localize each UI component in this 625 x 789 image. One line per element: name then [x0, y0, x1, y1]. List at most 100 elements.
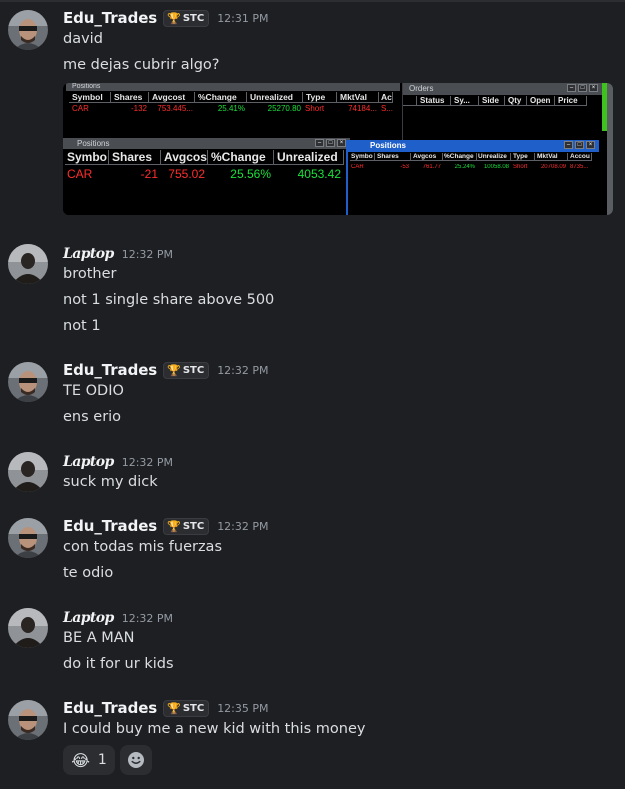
column-header[interactable]: %Change	[208, 150, 274, 165]
message-header: Laptop 12:32 PM	[63, 452, 173, 472]
message-text: ens erio	[63, 409, 122, 425]
message-text: do it for ur kids	[63, 656, 174, 672]
server-tag[interactable]: 🏆 STC	[163, 699, 210, 717]
maximize-icon[interactable]: □	[575, 141, 584, 149]
server-tag[interactable]: 🏆 STC	[163, 361, 210, 379]
avatar[interactable]	[8, 518, 48, 558]
cell-shares: -21	[140, 167, 158, 181]
column-header[interactable]: Shares	[111, 92, 149, 103]
column-header[interactable]: Ac	[379, 92, 393, 103]
column-header[interactable]: Accou	[568, 153, 592, 161]
column-header[interactable]: Avgcos	[161, 150, 208, 165]
positions-row[interactable]: CAR -21 755.02 25.56% 4053.42	[65, 167, 344, 181]
username[interactable]: Laptop	[63, 246, 114, 262]
positions-row[interactable]: CAR -53 761.77 25.24% 10058.08 Short 207…	[350, 164, 592, 170]
avatar[interactable]	[8, 608, 48, 648]
message-text: TE ODIO	[63, 383, 124, 399]
column-header[interactable]: Qty	[505, 96, 527, 106]
close-icon[interactable]: ×	[337, 139, 346, 147]
timestamp: 12:31 PM	[217, 11, 269, 25]
message-text: suck my dick	[63, 474, 158, 490]
tag-label: STC	[182, 702, 205, 714]
username[interactable]: Laptop	[63, 610, 114, 626]
positions-window: Positions – □ × Symbo Shares Avgcos %Chang…	[63, 138, 350, 215]
column-header[interactable]: %Change	[195, 92, 247, 103]
cell-shares: -132	[130, 104, 147, 113]
column-header[interactable]: Symbo	[350, 153, 375, 161]
column-header[interactable]: Avgcost	[149, 92, 195, 103]
cell-symbol: CAR	[351, 164, 364, 170]
trophy-icon: 🏆	[167, 701, 181, 715]
column-header[interactable]: Symbo	[65, 150, 109, 165]
close-icon[interactable]: ×	[589, 84, 598, 92]
column-header[interactable]: Unrealized	[274, 150, 344, 165]
reaction-laugh[interactable]: 😂 1	[63, 745, 115, 775]
cell-account: S...	[381, 104, 393, 113]
timestamp: 12:32 PM	[217, 519, 269, 533]
close-icon[interactable]: ×	[586, 141, 595, 149]
column-header[interactable]: Status	[417, 96, 451, 106]
avatar[interactable]	[8, 700, 48, 740]
message-header: Laptop 12:32 PM	[63, 244, 173, 264]
cell-unrealized: 10058.08	[483, 164, 509, 170]
maximize-icon[interactable]: □	[326, 139, 335, 147]
trophy-icon: 🏆	[167, 363, 181, 377]
username[interactable]: Edu_Trades	[63, 699, 157, 717]
cell-mktval: 20708.09	[540, 164, 566, 170]
minimize-icon[interactable]: –	[567, 84, 576, 92]
cell-shares: -53	[400, 164, 409, 170]
username[interactable]: Laptop	[63, 454, 114, 470]
maximize-icon[interactable]: □	[578, 84, 587, 92]
minimize-icon[interactable]: –	[315, 139, 324, 147]
column-header[interactable]: Type	[303, 92, 337, 103]
message-header: Edu_Trades 🏆 STC 12:31 PM	[63, 8, 269, 28]
window-controls: – □ ×	[564, 141, 595, 149]
column-header[interactable]: Shares	[375, 153, 411, 161]
tag-label: STC	[182, 520, 205, 532]
column-header[interactable]: Unrealize	[477, 153, 511, 161]
username[interactable]: Edu_Trades	[63, 9, 157, 27]
column-header[interactable]: MktVal	[337, 92, 379, 103]
column-header[interactable]: Unrealized	[247, 92, 303, 103]
image-attachment[interactable]: Positions Symbol Shares Avgcost %Change …	[63, 83, 613, 215]
username[interactable]: Edu_Trades	[63, 361, 157, 379]
tag-label: STC	[182, 12, 205, 24]
column-header[interactable]: MktVal	[535, 153, 568, 161]
column-header[interactable]: Price	[555, 96, 587, 106]
column-header[interactable]: Shares	[109, 150, 161, 165]
smiley-add-icon	[128, 752, 144, 768]
column-header[interactable]: Open	[527, 96, 555, 106]
laughing-emoji-icon: 😂	[71, 750, 90, 770]
message-header: Edu_Trades 🏆 STC 12:32 PM	[63, 516, 269, 536]
cell-change: 25.24%	[454, 164, 475, 170]
orders-window: Orders – □ × Status Sy... Side Qty Open Pr…	[402, 83, 602, 143]
message-header: Edu_Trades 🏆 STC 12:32 PM	[63, 360, 269, 380]
timestamp: 12:32 PM	[121, 247, 174, 261]
positions-window-active: Positions – □ × Symbo Shares Avgcos %Chang…	[346, 140, 599, 215]
column-header[interactable]: Side	[479, 96, 505, 106]
avatar[interactable]	[8, 362, 48, 402]
avatar[interactable]	[8, 452, 48, 492]
reaction-count: 1	[97, 752, 107, 768]
add-reaction-button[interactable]	[120, 745, 152, 775]
message-text: not 1	[63, 318, 101, 334]
top-divider	[0, 0, 625, 2]
minimize-icon[interactable]: –	[564, 141, 573, 149]
avatar[interactable]	[8, 244, 48, 284]
username[interactable]: Edu_Trades	[63, 517, 157, 535]
message-text: me dejas cubrir algo?	[63, 57, 220, 73]
column-header[interactable]: Sy...	[451, 96, 479, 106]
column-header[interactable]: Symbol	[69, 92, 111, 103]
positions-row[interactable]: CAR -132 753.445... 25.41% 25270.80 Shor…	[69, 104, 393, 113]
positions-header-row: Symbol Shares Avgcost %Change Unrealized…	[69, 92, 393, 103]
message-text: BE A MAN	[63, 630, 135, 646]
column-header[interactable]: Avgcos	[411, 153, 443, 161]
avatar[interactable]	[8, 10, 48, 50]
message-text: not 1 single share above 500	[63, 292, 275, 308]
server-tag[interactable]: 🏆 STC	[163, 9, 210, 27]
message-text: david	[63, 31, 103, 47]
cell-change: 25.41%	[217, 104, 245, 113]
server-tag[interactable]: 🏆 STC	[163, 517, 210, 535]
column-header[interactable]: %Change	[443, 153, 477, 161]
column-header[interactable]: Type	[511, 153, 535, 161]
